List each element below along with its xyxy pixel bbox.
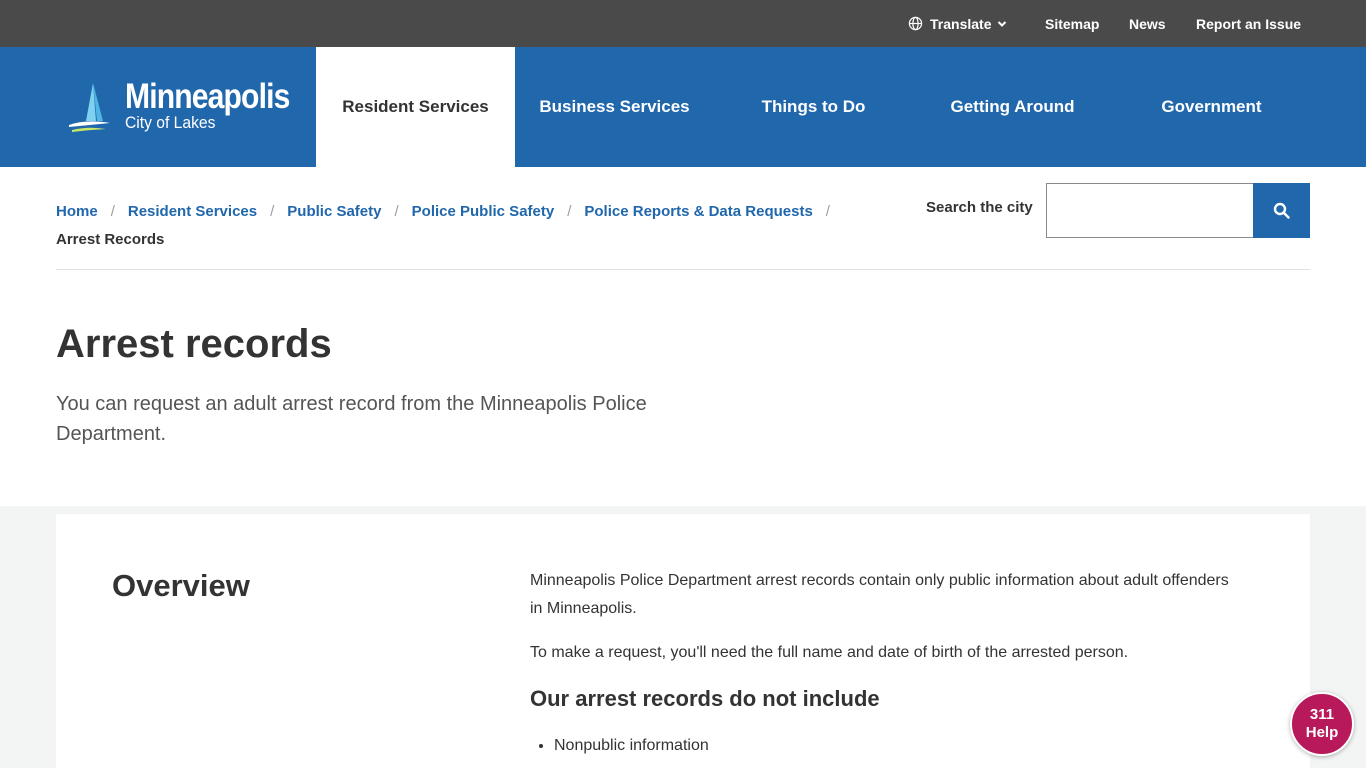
utility-bar: Translate Sitemap News Report an Issue — [0, 0, 1366, 47]
breadcrumb-separator: / — [110, 203, 115, 220]
report-issue-link[interactable]: Report an Issue — [1196, 0, 1301, 47]
overview-paragraph: To make a request, you'll need the full … — [530, 644, 1129, 661]
breadcrumb-current: Arrest Records — [56, 231, 165, 248]
help-label: Help — [1305, 724, 1339, 741]
list-item: Nonpublic information — [554, 732, 709, 760]
page-lede: You can request an adult arrest record f… — [56, 393, 647, 445]
breadcrumb-separator: / — [270, 203, 275, 220]
translate-menu[interactable]: Translate — [908, 0, 1007, 47]
breadcrumb-public-safety[interactable]: Public Safety — [287, 203, 381, 220]
nav-resident-services[interactable]: Resident Services — [316, 47, 515, 167]
breadcrumb-police-public-safety[interactable]: Police Public Safety — [412, 203, 555, 220]
breadcrumb-separator: / — [567, 203, 572, 220]
search-button[interactable] — [1253, 183, 1310, 238]
header-divider — [56, 269, 1310, 270]
nav-government[interactable]: Government — [1112, 47, 1311, 167]
sitemap-link[interactable]: Sitemap — [1045, 0, 1099, 47]
search-icon — [1273, 202, 1290, 219]
breadcrumb: Home / Resident Services / Public Safety / Pol… — [56, 198, 856, 254]
search-input[interactable] — [1046, 183, 1253, 238]
logo-name: Minneapolis — [125, 77, 290, 116]
help-number: 311 — [1309, 706, 1335, 723]
search-label: Search the city — [926, 199, 1033, 216]
nav-business-services[interactable]: Business Services — [515, 47, 714, 167]
logo-tagline: City of Lakes — [125, 113, 216, 132]
overview-paragraph: Minneapolis Police Department arrest rec… — [530, 572, 1229, 617]
breadcrumb-separator: / — [394, 203, 399, 220]
globe-icon — [908, 16, 923, 31]
overview-title: Overview — [112, 568, 250, 603]
breadcrumb-police-reports[interactable]: Police Reports & Data Requests — [584, 203, 812, 220]
breadcrumb-separator: / — [825, 203, 830, 220]
page-title: Arrest records — [56, 322, 332, 366]
help-311-button[interactable]: 311 Help — [1290, 692, 1354, 756]
chevron-down-icon — [998, 20, 1007, 27]
translate-label: Translate — [930, 15, 992, 32]
breadcrumb-resident-services[interactable]: Resident Services — [128, 203, 257, 220]
breadcrumb-home[interactable]: Home — [56, 203, 98, 220]
records-exclusions-heading: Our arrest records do not include — [530, 686, 880, 711]
main-nav: Minneapolis City of Lakes Resident Servi… — [0, 47, 1366, 167]
city-logo[interactable]: Minneapolis City of Lakes — [66, 77, 296, 147]
news-link[interactable]: News — [1129, 0, 1166, 47]
nav-things-to-do[interactable]: Things to Do — [714, 47, 913, 167]
exclusions-list: Nonpublic information — [554, 732, 709, 760]
sailboat-logo-icon — [69, 83, 110, 132]
nav-getting-around[interactable]: Getting Around — [913, 47, 1112, 167]
